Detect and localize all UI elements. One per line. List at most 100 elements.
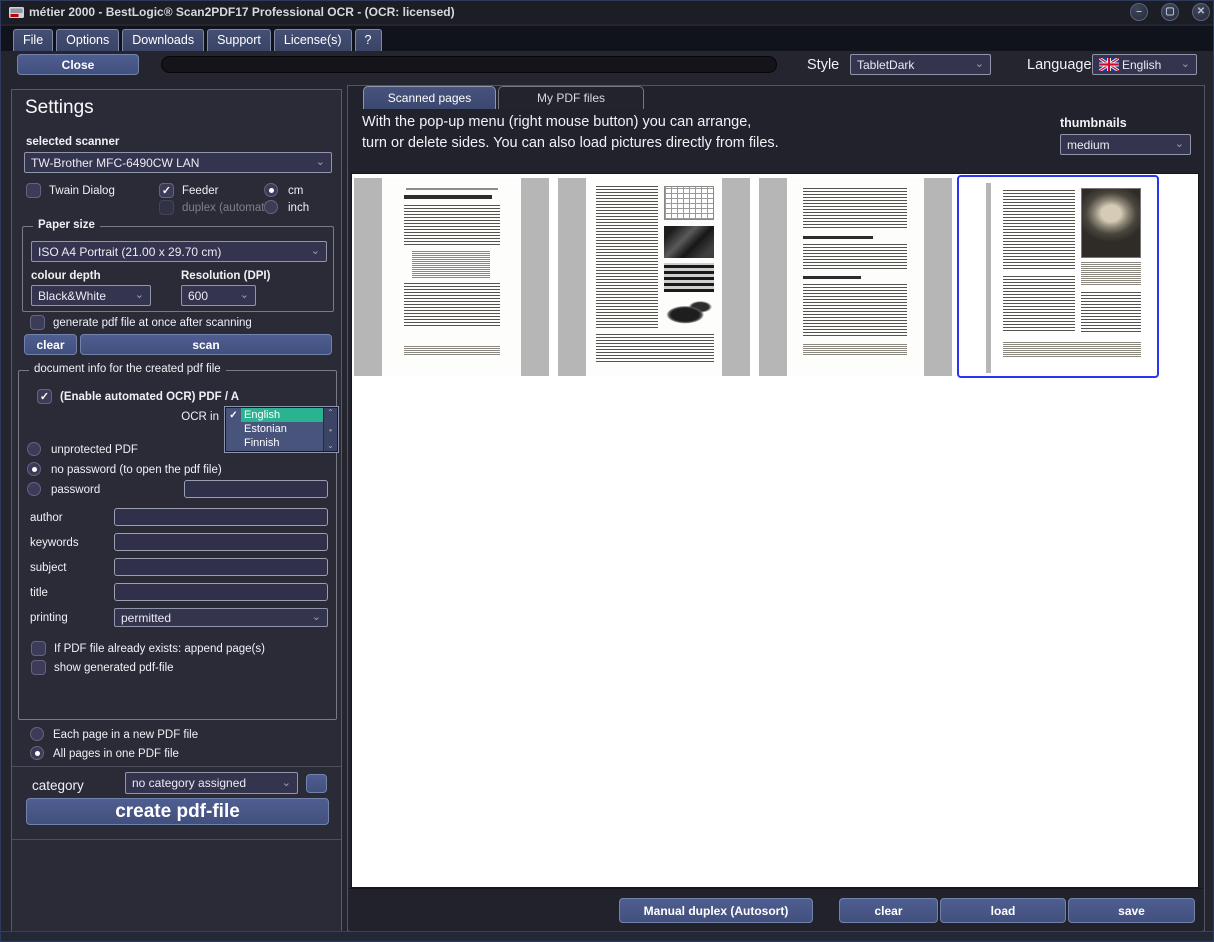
thumbnails-size-value: medium — [1067, 138, 1110, 152]
scanned-page-thumbnail-2[interactable] — [558, 178, 750, 376]
minimize-icon[interactable]: – — [1130, 3, 1148, 21]
selected-scanner-label: selected scanner — [26, 136, 119, 148]
title-field[interactable] — [114, 583, 328, 601]
inch-radio[interactable] — [264, 200, 278, 214]
subject-field[interactable] — [114, 558, 328, 576]
unprotected-pdf-radio[interactable] — [27, 442, 41, 456]
password-radio[interactable] — [27, 482, 41, 496]
scroll-thumb[interactable] — [329, 426, 333, 434]
show-generated-checkbox[interactable] — [31, 660, 46, 675]
title-bar[interactable]: métier 2000 - BestLogic® Scan2PDF17 Prof… — [1, 1, 1213, 24]
colour-depth-select[interactable]: Black&White — [31, 285, 151, 306]
menu-support[interactable]: Support — [207, 29, 271, 51]
feeder-checkbox[interactable] — [159, 183, 174, 198]
clear-pages-button[interactable]: clear — [839, 898, 938, 923]
figure-illustration — [664, 226, 714, 258]
each-page-radio[interactable] — [30, 727, 44, 741]
duplex-label: duplex (automatic) — [182, 202, 277, 214]
generate-pdf-checkbox[interactable] — [30, 315, 45, 330]
app-window: métier 2000 - BestLogic® Scan2PDF17 Prof… — [0, 0, 1214, 942]
scroll-up-icon[interactable] — [327, 409, 334, 417]
all-pages-radio[interactable] — [30, 746, 44, 760]
scanned-page-thumbnail-1[interactable] — [354, 178, 549, 376]
scanned-page-thumbnail-3[interactable] — [759, 178, 952, 376]
menu-bar: File Options Downloads Support License(s… — [1, 26, 1213, 51]
menu-options[interactable]: Options — [56, 29, 119, 51]
scan-edge — [986, 183, 991, 373]
scan-edge — [722, 178, 750, 376]
inch-label: inch — [288, 202, 309, 214]
cm-radio[interactable] — [264, 183, 278, 197]
figure-portrait — [1081, 188, 1141, 258]
thumbnails-size-select[interactable]: medium — [1060, 134, 1191, 155]
instruction-line-1: With the pop-up menu (right mouse button… — [362, 114, 751, 130]
subject-label: subject — [30, 562, 66, 574]
author-field[interactable] — [114, 508, 328, 526]
keywords-field[interactable] — [114, 533, 328, 551]
unprotected-pdf-label: unprotected PDF — [51, 444, 138, 456]
no-password-radio[interactable] — [27, 462, 41, 476]
append-pages-checkbox[interactable] — [31, 641, 46, 656]
create-pdf-button[interactable]: create pdf-file — [26, 798, 329, 825]
style-label: Style — [807, 57, 839, 73]
chevron-down-icon — [312, 612, 321, 623]
title-label: title — [30, 587, 48, 599]
twain-dialog-checkbox[interactable] — [26, 183, 41, 198]
category-select[interactable]: no category assigned — [125, 772, 298, 794]
paper-size-select[interactable]: ISO A4 Portrait (21.00 x 29.70 cm) — [31, 241, 327, 262]
save-button[interactable]: save — [1068, 898, 1195, 923]
progress-bar — [161, 56, 777, 73]
scan-edge — [759, 178, 787, 376]
enable-ocr-label: (Enable automated OCR) PDF / A — [60, 391, 239, 403]
scanner-select[interactable]: TW-Brother MFC-6490CW LAN — [24, 152, 332, 173]
manual-duplex-button[interactable]: Manual duplex (Autosort) — [619, 898, 813, 923]
close-icon[interactable]: ✕ — [1192, 3, 1210, 21]
tab-my-pdf-files[interactable]: My PDF files — [498, 86, 644, 109]
menu-licenses[interactable]: License(s) — [274, 29, 352, 51]
printing-select[interactable]: permitted — [114, 608, 328, 627]
feeder-label: Feeder — [182, 185, 218, 197]
menu-help[interactable]: ? — [355, 29, 382, 51]
style-select[interactable]: TabletDark — [850, 54, 991, 75]
printing-value: permitted — [121, 611, 171, 625]
ocr-in-label: OCR in — [159, 411, 219, 423]
window-title: métier 2000 - BestLogic® Scan2PDF17 Prof… — [29, 5, 455, 19]
list-item-estonian[interactable]: Estonian — [226, 422, 323, 436]
close-button[interactable]: Close — [17, 54, 139, 75]
password-label: password — [51, 484, 100, 496]
clear-scan-button[interactable]: clear — [24, 334, 77, 355]
page-content — [382, 178, 521, 376]
menu-downloads[interactable]: Downloads — [122, 29, 204, 51]
settings-panel: Settings selected scanner TW-Brother MFC… — [11, 89, 342, 933]
chevron-down-icon — [240, 290, 249, 301]
menu-file[interactable]: File — [13, 29, 53, 51]
twain-dialog-label: Twain Dialog — [49, 185, 115, 197]
resolution-select[interactable]: 600 — [181, 285, 256, 306]
ocr-language-list[interactable]: English Estonian Finnish — [225, 407, 338, 452]
keywords-label: keywords — [30, 537, 79, 549]
chevron-down-icon — [1175, 139, 1184, 150]
category-value: no category assigned — [132, 776, 246, 790]
password-field[interactable] — [184, 480, 328, 498]
scan-edge — [521, 178, 549, 376]
scroll-down-icon[interactable] — [327, 442, 334, 450]
list-item-finnish[interactable]: Finnish — [226, 436, 323, 450]
list-item-english[interactable]: English — [226, 408, 323, 422]
category-browse-button[interactable] — [306, 774, 327, 793]
all-pages-label: All pages in one PDF file — [53, 748, 179, 760]
enable-ocr-checkbox[interactable] — [37, 389, 52, 404]
maximize-icon[interactable]: ▢ — [1161, 3, 1179, 21]
settings-heading: Settings — [25, 97, 94, 119]
list-scrollbar[interactable] — [323, 408, 337, 451]
scanned-page-thumbnail-4-selected[interactable] — [957, 175, 1159, 378]
bottom-button-bar: Manual duplex (Autosort) clear load save — [349, 888, 1203, 931]
thumbnails-label: thumbnails — [1060, 116, 1127, 130]
duplex-checkbox — [159, 200, 174, 215]
divider — [12, 839, 341, 840]
language-select[interactable]: English — [1092, 54, 1197, 75]
scanned-pages-canvas[interactable] — [351, 173, 1199, 888]
load-button[interactable]: load — [940, 898, 1066, 923]
scan-button[interactable]: scan — [80, 334, 332, 355]
figure-bird — [660, 296, 716, 330]
tab-scanned-pages[interactable]: Scanned pages — [363, 86, 496, 109]
